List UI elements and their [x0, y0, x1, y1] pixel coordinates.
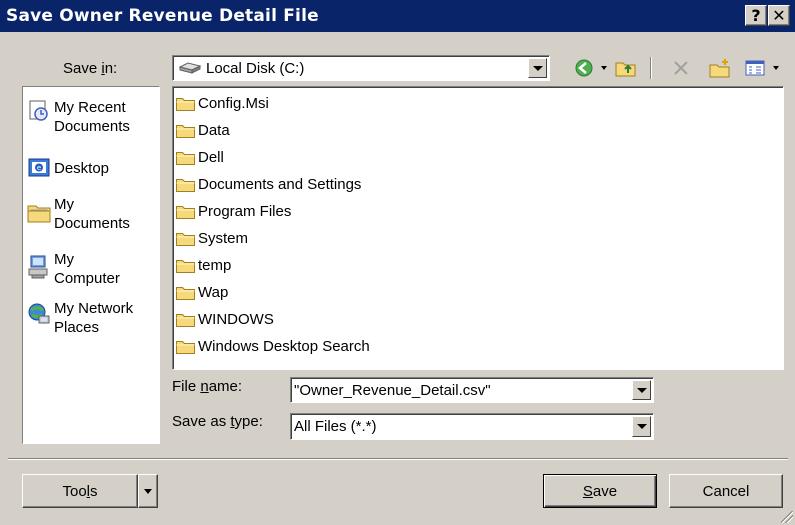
folder-icon	[176, 124, 195, 138]
file-name: Windows Desktop Search	[198, 337, 370, 355]
file-name: Wap	[198, 283, 229, 301]
divider	[8, 458, 788, 460]
chevron-down-icon[interactable]	[632, 416, 651, 437]
file-name-label: File name:	[172, 378, 243, 395]
recent-documents-icon	[27, 98, 51, 122]
file-name: Dell	[198, 148, 224, 166]
file-list[interactable]: Config.Msi Data Dell Documents and Setti…	[172, 86, 784, 370]
resize-grip[interactable]	[781, 511, 793, 523]
places-bar: My Recent Documents e Desktop My Documen…	[22, 86, 160, 444]
network-places-icon	[27, 302, 51, 326]
place-label: My Network Places	[54, 300, 134, 336]
list-item[interactable]: Documents and Settings	[176, 172, 361, 196]
list-item[interactable]: Data	[176, 118, 230, 142]
save-in-label: Save in:	[63, 60, 118, 77]
chevron-down-icon[interactable]	[632, 380, 651, 400]
save-in-dropdown[interactable]: Local Disk (C:)	[172, 55, 550, 81]
up-folder-icon[interactable]	[613, 56, 639, 80]
place-my-recent-documents[interactable]: My Recent Documents	[27, 98, 157, 136]
file-name-value[interactable]: "Owner_Revenue_Detail.csv"	[291, 382, 632, 399]
file-name: System	[198, 229, 249, 247]
chevron-down-icon	[144, 488, 152, 494]
close-button[interactable]: ✕	[768, 5, 790, 26]
folder-icon	[176, 151, 195, 165]
list-item[interactable]: Wap	[176, 280, 228, 304]
place-my-network-places[interactable]: My Network Places	[27, 299, 157, 337]
back-dropdown-chevron-icon[interactable]	[597, 56, 611, 80]
place-desktop[interactable]: e Desktop	[27, 156, 157, 180]
folder-icon	[176, 178, 195, 192]
place-my-documents[interactable]: My Documents	[27, 195, 157, 233]
list-item[interactable]: Dell	[176, 145, 224, 169]
file-name: temp	[198, 256, 232, 274]
save-as-type-value: All Files (*.*)	[294, 418, 377, 435]
list-item[interactable]: Windows Desktop Search	[176, 334, 370, 358]
place-label: My Computer	[54, 251, 120, 287]
folder-icon	[176, 232, 195, 246]
svg-text:e: e	[37, 164, 41, 172]
views-dropdown-chevron-icon[interactable]	[769, 56, 783, 80]
list-item[interactable]: Config.Msi	[176, 91, 269, 115]
save-in-value: Local Disk (C:)	[206, 59, 305, 77]
folder-icon	[176, 259, 195, 273]
save-as-type-label: Save as type:	[172, 413, 263, 430]
list-item[interactable]: System	[176, 226, 248, 250]
place-my-computer[interactable]: My Computer	[27, 250, 157, 288]
file-name: WINDOWS	[198, 310, 274, 328]
folder-icon	[176, 97, 195, 111]
folder-icon	[176, 340, 195, 354]
my-computer-icon	[27, 254, 51, 279]
place-label: My Recent Documents	[54, 99, 130, 135]
place-label: Desktop	[54, 160, 110, 177]
file-name: Config.Msi	[198, 94, 269, 112]
place-label: My Documents	[54, 196, 130, 232]
file-name: Data	[198, 121, 230, 139]
views-icon[interactable]	[742, 56, 768, 80]
save-button[interactable]: Save	[543, 474, 657, 508]
desktop-icon: e	[27, 156, 51, 180]
save-file-dialog: Save Owner Revenue Detail File ? ✕ Save …	[0, 0, 795, 525]
save-as-type-dropdown[interactable]: All Files (*.*)	[290, 413, 654, 440]
tools-dropdown-button[interactable]	[138, 474, 158, 508]
my-documents-icon	[27, 201, 51, 225]
delete-icon[interactable]	[668, 56, 694, 80]
file-name: Documents and Settings	[198, 175, 362, 193]
folder-icon	[176, 205, 195, 219]
folder-icon	[176, 286, 195, 300]
window-title: Save Owner Revenue Detail File	[6, 6, 319, 26]
new-folder-icon[interactable]	[707, 56, 733, 80]
folder-icon	[176, 313, 195, 327]
list-item[interactable]: temp	[176, 253, 231, 277]
local-disk-icon	[179, 61, 201, 75]
cancel-button[interactable]: Cancel	[669, 474, 783, 508]
list-item[interactable]: WINDOWS	[176, 307, 274, 331]
file-name-input[interactable]: "Owner_Revenue_Detail.csv"	[290, 377, 654, 403]
title-bar[interactable]: Save Owner Revenue Detail File ? ✕	[0, 0, 795, 32]
toolbar-separator	[649, 56, 653, 80]
list-item[interactable]: Program Files	[176, 199, 291, 223]
back-icon[interactable]	[572, 56, 596, 80]
help-button[interactable]: ?	[745, 5, 767, 26]
tools-button[interactable]: Too l s	[22, 474, 138, 508]
file-name: Program Files	[198, 202, 292, 220]
chevron-down-icon[interactable]	[528, 58, 547, 78]
